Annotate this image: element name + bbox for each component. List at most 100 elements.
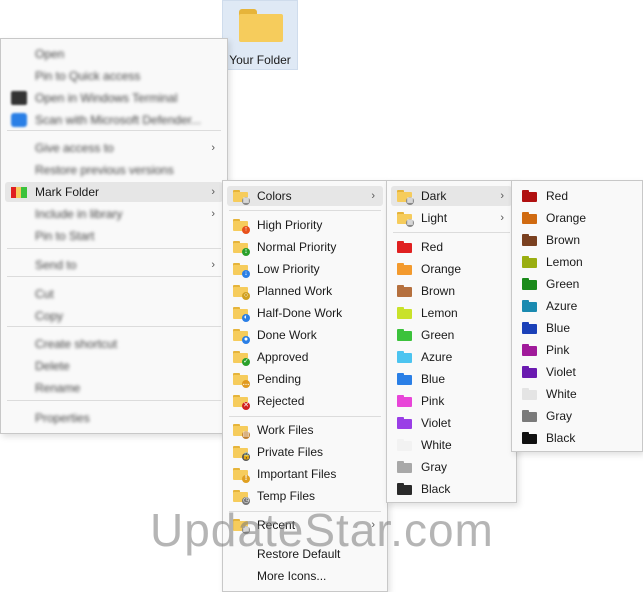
menu-item-dark-azure[interactable]: Azure: [516, 296, 638, 316]
menu-item-done-work[interactable]: ● Done Work: [227, 325, 383, 345]
menu-item-label: Azure: [546, 299, 578, 313]
menu-item-dark-green[interactable]: Green: [516, 274, 638, 294]
menu-item-color-red[interactable]: Red: [391, 237, 512, 257]
menu-item-color-brown[interactable]: Brown: [391, 281, 512, 301]
menu-item-label: White: [421, 438, 452, 452]
menu-item-give-access-to[interactable]: Give access to ›: [5, 138, 223, 158]
menu-item-color-orange[interactable]: Orange: [391, 259, 512, 279]
menu-item-label: Half-Done Work: [257, 306, 343, 320]
menu-item-dark-lemon[interactable]: Lemon: [516, 252, 638, 272]
menu-item-delete[interactable]: Delete: [5, 356, 223, 376]
menu-item-label: Open: [35, 47, 65, 61]
dark-folder-icon: ▦: [397, 189, 414, 205]
chevron-right-icon: ›: [371, 190, 375, 202]
menu-item-more-icons[interactable]: More Icons...: [227, 566, 383, 586]
menu-item-color-violet[interactable]: Violet: [391, 413, 512, 433]
menu-item-pin-to-start[interactable]: Pin to Start: [5, 226, 223, 246]
menu-item-properties[interactable]: Properties: [5, 408, 223, 428]
menu-item-send-to[interactable]: Send to ›: [5, 255, 223, 275]
menu-item-label: Violet: [421, 416, 451, 430]
menu-item-color-pink[interactable]: Pink: [391, 391, 512, 411]
menu-separator: [229, 416, 381, 417]
menu-item-color-black[interactable]: Black: [391, 479, 512, 499]
menu-item-restore-previous-versions[interactable]: Restore previous versions: [5, 160, 223, 180]
menu-item-dark-blue[interactable]: Blue: [516, 318, 638, 338]
menu-item-dark-orange[interactable]: Orange: [516, 208, 638, 228]
menu-item-label: Green: [546, 277, 580, 291]
menu-item-dark-brown[interactable]: Brown: [516, 230, 638, 250]
menu-item-color-gray[interactable]: Gray: [391, 457, 512, 477]
menu-separator: [229, 210, 381, 211]
light-folder-icon: ▦: [397, 211, 414, 227]
menu-item-color-white[interactable]: White: [391, 435, 512, 455]
menu-item-label: Give access to: [35, 141, 114, 155]
menu-item-mark-folder[interactable]: Mark Folder ›: [5, 182, 223, 202]
menu-item-label: Pin to Quick access: [35, 69, 141, 83]
menu-item-label: Light: [421, 211, 448, 225]
menu-separator: [7, 326, 221, 327]
menu-item-open-in-windows-terminal[interactable]: Open in Windows Terminal: [5, 88, 223, 108]
menu-item-create-shortcut[interactable]: Create shortcut: [5, 334, 223, 354]
chevron-right-icon: ›: [500, 212, 504, 224]
menu-item-normal-priority[interactable]: ↕ Normal Priority: [227, 237, 383, 257]
chevron-right-icon: ›: [211, 208, 215, 220]
menu-item-important-files[interactable]: ! Important Files: [227, 464, 383, 484]
menu-item-label: Dark: [421, 189, 447, 203]
menu-item-color-lemon[interactable]: Lemon: [391, 303, 512, 323]
menu-item-low-priority[interactable]: ↓ Low Priority: [227, 259, 383, 279]
blue-folder-icon: [397, 372, 413, 386]
red-folder-icon: [397, 240, 413, 254]
menu-item-scan-with-microsoft-defender[interactable]: Scan with Microsoft Defender...: [5, 110, 223, 130]
menu-item-dark-violet[interactable]: Violet: [516, 362, 638, 382]
menu-item-copy[interactable]: Copy: [5, 306, 223, 326]
dark-pink-folder-icon: [522, 343, 538, 357]
dark-black-folder-icon: [522, 431, 538, 445]
menu-item-dark-gray[interactable]: Gray: [516, 406, 638, 426]
menu-item-light[interactable]: ▦ Light ›: [391, 208, 512, 228]
menu-item-private-files[interactable]: 🔒 Private Files: [227, 442, 383, 462]
menu-item-approved[interactable]: ✓ Approved: [227, 347, 383, 367]
dark-blue-folder-icon: [522, 321, 538, 335]
menu-item-label: Brown: [546, 233, 581, 247]
menu-item-color-azure[interactable]: Azure: [391, 347, 512, 367]
menu-item-dark-black[interactable]: Black: [516, 428, 638, 448]
menu-item-dark[interactable]: ▦ Dark ›: [391, 186, 512, 206]
menu-item-label: Important Files: [257, 467, 337, 481]
menu-item-planned-work[interactable]: ○ Planned Work: [227, 281, 383, 301]
menu-item-label: Violet: [546, 365, 576, 379]
menu-item-rename[interactable]: Rename: [5, 378, 223, 398]
chevron-right-icon: ›: [211, 142, 215, 154]
desktop-folder[interactable]: Your Folder: [222, 0, 298, 70]
menu-item-work-files[interactable]: ▤ Work Files: [227, 420, 383, 440]
menu-item-label: Rejected: [257, 394, 305, 408]
menu-item-rejected[interactable]: ✕ Rejected: [227, 391, 383, 411]
low-priority-icon: ↓: [233, 262, 250, 278]
menu-item-label: Red: [421, 240, 444, 254]
menu-item-open[interactable]: Open: [5, 44, 223, 64]
planned-work-icon: ○: [233, 284, 250, 300]
menu-item-label: Black: [546, 431, 576, 445]
menu-item-color-green[interactable]: Green: [391, 325, 512, 345]
menu-item-high-priority[interactable]: ↑ High Priority: [227, 215, 383, 235]
menu-item-include-in-library[interactable]: Include in library ›: [5, 204, 223, 224]
menu-item-colors[interactable]: ▦ Colors ›: [227, 186, 383, 206]
menu-item-dark-pink[interactable]: Pink: [516, 340, 638, 360]
dark-lemon-folder-icon: [522, 255, 538, 269]
done-work-icon: ●: [233, 328, 250, 344]
menu-item-dark-white[interactable]: White: [516, 384, 638, 404]
menu-item-color-blue[interactable]: Blue: [391, 369, 512, 389]
menu-item-label: Pin to Start: [35, 229, 95, 243]
menu-item-half-done-work[interactable]: ◐ Half-Done Work: [227, 303, 383, 323]
menu-item-dark-red[interactable]: Red: [516, 186, 638, 206]
menu-item-pin-to-quick-access[interactable]: Pin to Quick access: [5, 66, 223, 86]
menu-item-pending[interactable]: … Pending: [227, 369, 383, 389]
menu-item-cut[interactable]: Cut: [5, 284, 223, 304]
desktop-folder-label: Your Folder: [229, 53, 291, 67]
violet-folder-icon: [397, 416, 413, 430]
menu-item-label: Cut: [35, 287, 54, 301]
menu-separator: [7, 130, 221, 131]
menu-item-label: Properties: [35, 411, 90, 425]
white-folder-icon: [397, 438, 413, 452]
menu-item-label: Blue: [546, 321, 571, 335]
menu-item-label: Include in library: [35, 207, 123, 221]
